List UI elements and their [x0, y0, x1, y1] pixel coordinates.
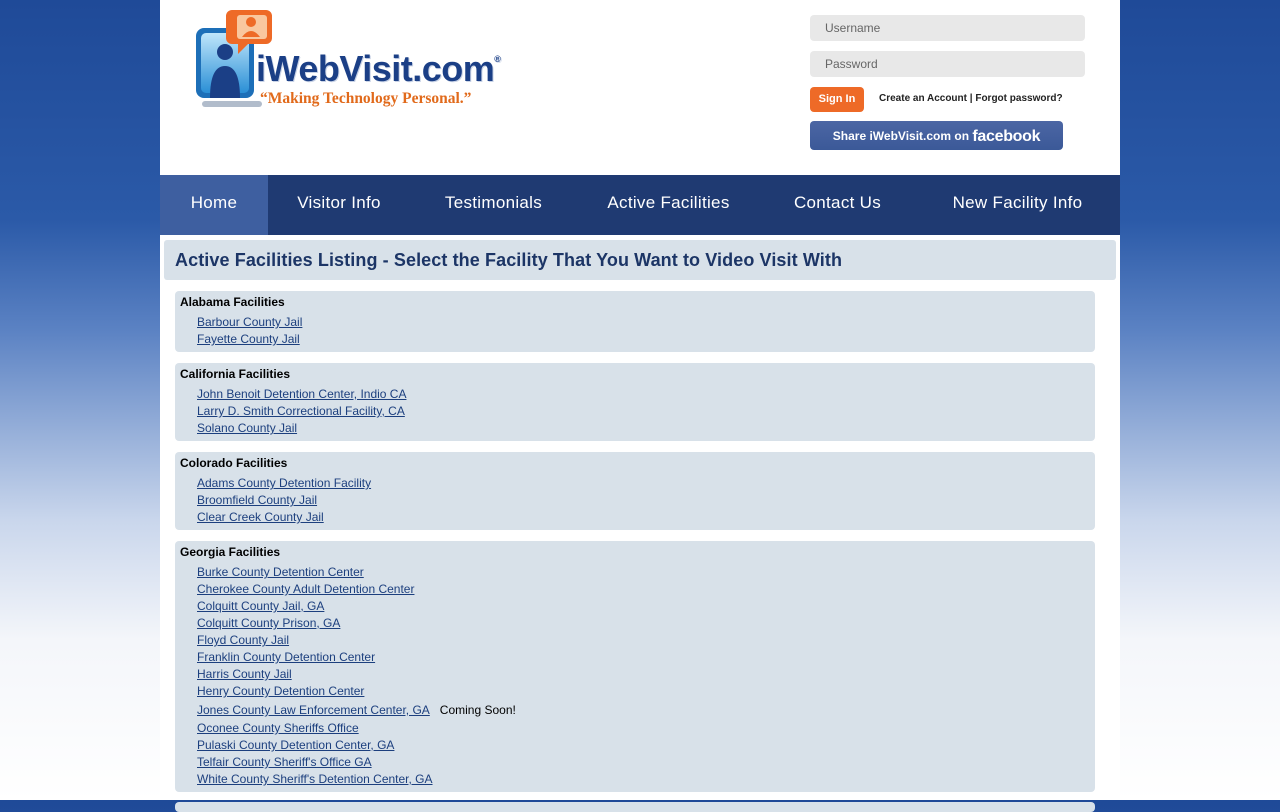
facility-list: Burke County Detention Center Cherokee C… [180, 564, 1090, 788]
sign-in-button[interactable]: Sign In [810, 87, 864, 112]
facility-link[interactable]: Colquitt County Prison, GA [197, 616, 340, 630]
facility-link[interactable]: Adams County Detention Facility [197, 476, 371, 490]
list-item: Telfair County Sheriff's Office GA [197, 754, 1090, 771]
facility-link[interactable]: Colquitt County Jail, GA [197, 599, 324, 613]
create-account-link[interactable]: Create an Account [879, 93, 967, 104]
facility-link[interactable]: Harris County Jail [197, 667, 292, 681]
facility-link[interactable]: Floyd County Jail [197, 633, 289, 647]
list-item: Franklin County Detention Center [197, 649, 1090, 666]
facility-link[interactable]: Franklin County Detention Center [197, 650, 375, 664]
site-logo[interactable]: iWebVisit.com® “Making Technology Person… [192, 6, 501, 114]
facility-link[interactable]: Broomfield County Jail [197, 493, 317, 507]
state-section-next [175, 802, 1095, 812]
brand-name: iWebVisit.com® [256, 48, 501, 89]
nav-visitor-info[interactable]: Visitor Info [268, 175, 410, 235]
share-label: Share iWebVisit.com on [832, 129, 973, 143]
main-nav: Home Visitor Info Testimonials Active Fa… [160, 175, 1120, 235]
list-item: Burke County Detention Center [197, 564, 1090, 581]
facebook-share-button[interactable]: Share iWebVisit.com on facebook [810, 121, 1063, 150]
facility-link[interactable]: White County Sheriff's Detention Center,… [197, 772, 433, 786]
facility-link[interactable]: Pulaski County Detention Center, GA [197, 738, 394, 752]
list-item: Jones County Law Enforcement Center, GA C… [197, 700, 1090, 720]
coming-soon-note: Coming Soon! [439, 703, 516, 717]
list-item: John Benoit Detention Center, Indio CA [197, 386, 1090, 403]
list-item: Oconee County Sheriffs Office [197, 720, 1090, 737]
facility-link[interactable]: Fayette County Jail [197, 332, 300, 346]
facility-link[interactable]: Cherokee County Adult Detention Center [197, 582, 414, 596]
facility-link[interactable]: Telfair County Sheriff's Office GA [197, 755, 372, 769]
nav-home[interactable]: Home [160, 175, 268, 235]
facility-link[interactable]: Larry D. Smith Correctional Facility, CA [197, 404, 405, 418]
facebook-wordmark: facebook [972, 128, 1041, 145]
facility-link[interactable]: Henry County Detention Center [197, 684, 364, 698]
login-actions: Sign In Create an Account | Forgot passw… [810, 87, 1090, 113]
facility-link[interactable]: Barbour County Jail [197, 315, 302, 329]
account-links: Create an Account | Forgot password? [879, 93, 1063, 104]
state-section-california: California Facilities John Benoit Detent… [175, 363, 1095, 441]
facility-link[interactable]: Oconee County Sheriffs Office [197, 721, 359, 735]
password-input[interactable] [810, 51, 1085, 77]
facility-list: Barbour County Jail Fayette County Jail [180, 314, 1090, 348]
state-heading: California Facilities [180, 367, 291, 381]
facility-list: Adams County Detention Facility Broomfie… [180, 475, 1090, 526]
page-container: iWebVisit.com® “Making Technology Person… [160, 0, 1120, 812]
list-item: Floyd County Jail [197, 632, 1090, 649]
list-item: White County Sheriff's Detention Center,… [197, 771, 1090, 788]
username-input[interactable] [810, 15, 1085, 41]
list-item: Larry D. Smith Correctional Facility, CA [197, 403, 1090, 420]
list-item: Henry County Detention Center [197, 683, 1090, 700]
list-item: Harris County Jail [197, 666, 1090, 683]
state-heading: Colorado Facilities [180, 456, 288, 470]
forgot-password-link[interactable]: Forgot password? [975, 93, 1062, 104]
list-item: Solano County Jail [197, 420, 1090, 437]
main-content: Active Facilities Listing - Select the F… [164, 240, 1116, 812]
list-item: Fayette County Jail [197, 331, 1090, 348]
state-section-alabama: Alabama Facilities Barbour County Jail F… [175, 291, 1095, 352]
facility-link[interactable]: John Benoit Detention Center, Indio CA [197, 387, 406, 401]
facility-link[interactable]: Burke County Detention Center [197, 565, 364, 579]
facility-link[interactable]: Clear Creek County Jail [197, 510, 324, 524]
page-title: Active Facilities Listing - Select the F… [164, 240, 1116, 280]
nav-contact-us[interactable]: Contact Us [760, 175, 915, 235]
list-item: Colquitt County Prison, GA [197, 615, 1090, 632]
nav-testimonials[interactable]: Testimonials [410, 175, 577, 235]
list-item: Cherokee County Adult Detention Center [197, 581, 1090, 598]
nav-new-facility-info[interactable]: New Facility Info [915, 175, 1120, 235]
state-heading: Georgia Facilities [180, 545, 281, 559]
list-item: Broomfield County Jail [197, 492, 1090, 509]
list-item: Clear Creek County Jail [197, 509, 1090, 526]
state-section-colorado: Colorado Facilities Adams County Detenti… [175, 452, 1095, 530]
facility-link[interactable]: Jones County Law Enforcement Center, GA [197, 703, 430, 717]
list-item: Pulaski County Detention Center, GA [197, 737, 1090, 754]
facility-list: John Benoit Detention Center, Indio CA L… [180, 386, 1090, 437]
state-section-georgia: Georgia Facilities Burke County Detentio… [175, 541, 1095, 792]
list-item: Adams County Detention Facility [197, 475, 1090, 492]
state-heading: Alabama Facilities [180, 295, 285, 309]
list-item: Colquitt County Jail, GA [197, 598, 1090, 615]
list-item: Barbour County Jail [197, 314, 1090, 331]
facility-link[interactable]: Solano County Jail [197, 421, 297, 435]
brand-tagline: “Making Technology Personal.” [260, 90, 472, 107]
nav-active-facilities[interactable]: Active Facilities [577, 175, 760, 235]
login-form: Sign In Create an Account | Forgot passw… [810, 15, 1090, 113]
site-header: iWebVisit.com® “Making Technology Person… [160, 0, 1120, 175]
